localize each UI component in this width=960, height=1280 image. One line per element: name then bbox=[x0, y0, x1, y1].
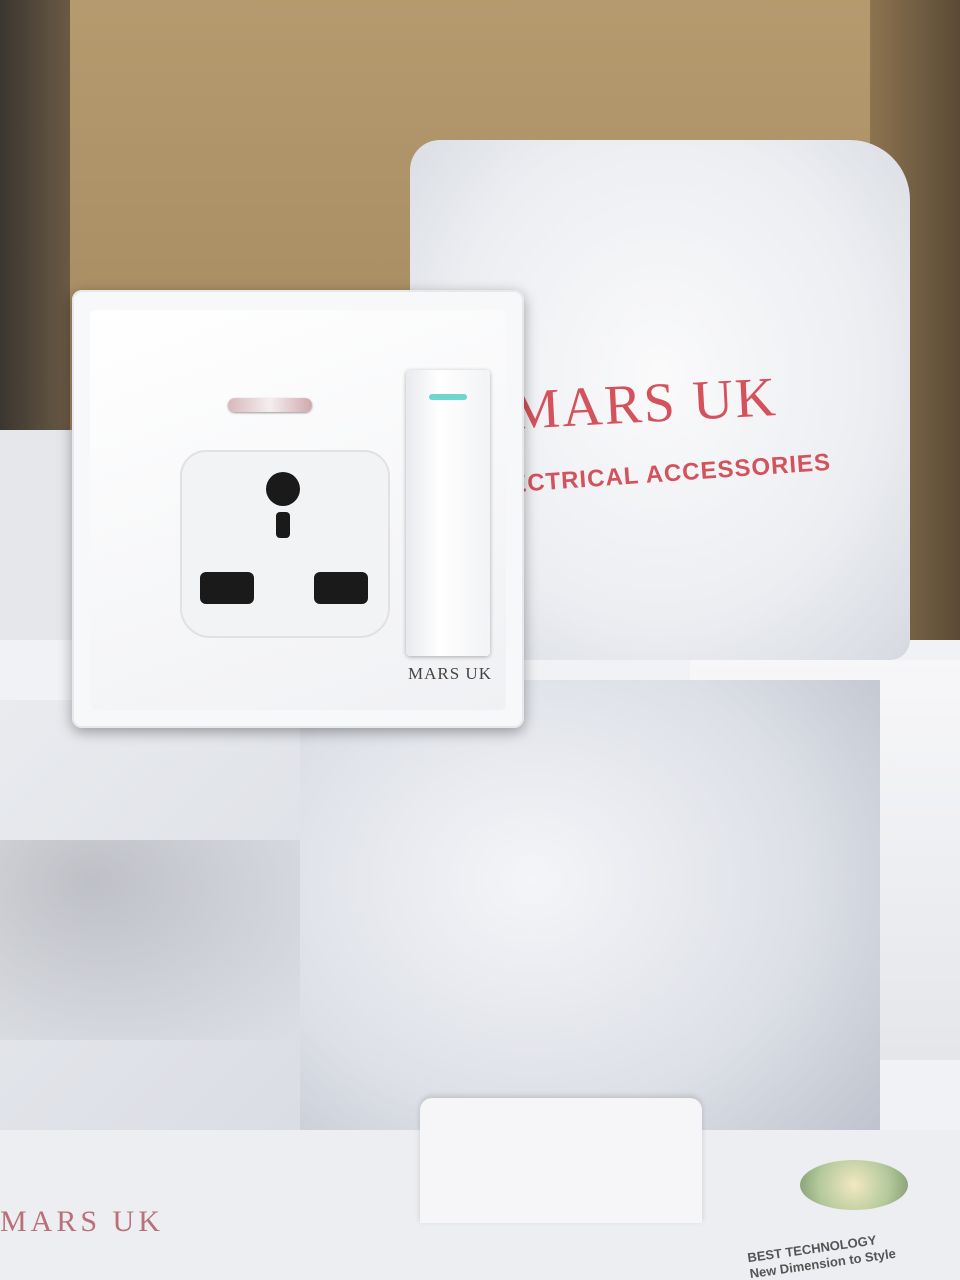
cardboard-edge-left bbox=[0, 0, 70, 460]
neon-indicator-icon bbox=[228, 398, 312, 412]
box-brand-text: MARS UK bbox=[0, 1205, 164, 1238]
bag-brand-text: MARS UK bbox=[508, 366, 780, 442]
live-pin-hole-icon bbox=[200, 572, 254, 604]
certification-seal-icon bbox=[800, 1160, 908, 1210]
neutral-pin-hole-icon bbox=[314, 572, 368, 604]
rocker-switch bbox=[406, 370, 490, 656]
bag-subtitle-text: ECTRICAL ACCESSORIES bbox=[509, 448, 832, 499]
socket-brand-text: MARS UK bbox=[408, 664, 492, 683]
universal-outlet bbox=[180, 450, 390, 638]
earth-pin-hole-icon bbox=[266, 472, 300, 506]
box-tab bbox=[420, 1098, 702, 1223]
shadow bbox=[0, 840, 300, 1040]
switch-led-icon bbox=[429, 394, 467, 400]
socket-faceplate: MARS UK bbox=[90, 310, 506, 710]
socket-switch-plate: MARS UK bbox=[72, 290, 524, 728]
pin-slot-icon bbox=[276, 512, 290, 538]
product-photo: MARS UK ECTRICAL ACCESSORIES MARS UK MAR… bbox=[0, 0, 960, 1280]
